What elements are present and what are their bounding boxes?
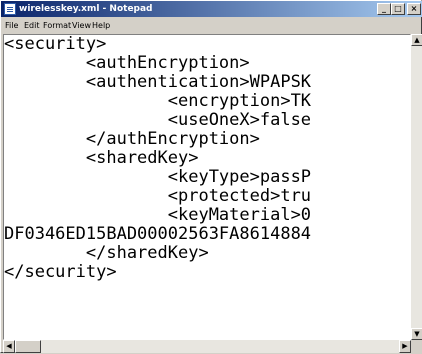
document-text: <security> <authEncryption> <authenticat… (4, 35, 311, 282)
text-editor-area[interactable]: <security> <authEncryption> <authenticat… (3, 34, 411, 340)
menu-bar: File Edit Format View Help (1, 18, 422, 33)
scroll-down-icon[interactable]: ▼ (411, 328, 422, 340)
code-line: <keyType>passP (4, 167, 312, 187)
horizontal-scrollbar[interactable]: ◀ ▶ (3, 340, 411, 353)
notepad-window: wirelesskey.xml - Notepad _ □ × File Edi… (0, 0, 422, 354)
close-button[interactable]: × (407, 3, 421, 15)
scroll-left-icon[interactable]: ◀ (3, 340, 15, 353)
notepad-icon (4, 3, 16, 15)
code-line: <useOneX>false (4, 110, 312, 130)
code-line: DF0346ED15BAD00002563FA8614884 (4, 224, 312, 244)
code-line: <authentication>WPAPSK (4, 72, 312, 92)
code-line: <protected>tru (4, 186, 312, 206)
horizontal-scroll-thumb[interactable] (15, 340, 41, 353)
window-title: wirelesskey.xml - Notepad (19, 4, 153, 14)
minimize-button[interactable]: _ (377, 3, 391, 15)
scroll-right-icon[interactable]: ▶ (399, 340, 411, 353)
code-line: <sharedKey> (4, 148, 199, 168)
resize-grip[interactable] (411, 340, 422, 354)
title-bar[interactable]: wirelesskey.xml - Notepad _ □ × (1, 1, 422, 17)
menu-help[interactable]: Help (92, 18, 110, 33)
menu-file[interactable]: File (5, 18, 18, 33)
code-line: <security> (4, 34, 107, 54)
menu-view[interactable]: View (72, 18, 91, 33)
code-line: </security> (4, 262, 117, 282)
code-line: </sharedKey> (4, 243, 209, 263)
menu-edit[interactable]: Edit (24, 18, 40, 33)
maximize-button[interactable]: □ (391, 3, 405, 15)
vertical-scrollbar[interactable]: ▲ ▼ (411, 34, 422, 340)
code-line: <encryption>TK (4, 91, 312, 111)
code-line: <keyMaterial>0 (4, 205, 312, 225)
menu-format[interactable]: Format (43, 18, 71, 33)
scroll-up-icon[interactable]: ▲ (411, 34, 422, 46)
code-line: </authEncryption> (4, 129, 260, 149)
code-line: <authEncryption> (4, 53, 250, 73)
